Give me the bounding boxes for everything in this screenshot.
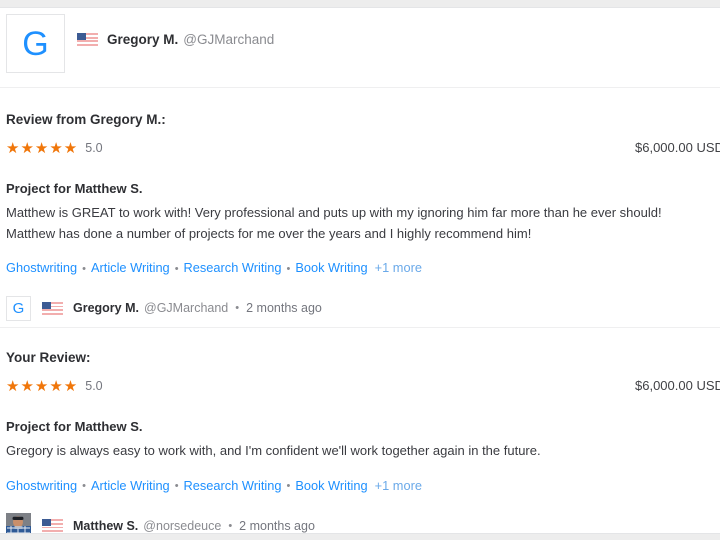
tag-separator: • xyxy=(82,262,86,275)
reviews-page: G Gregory M. @GJMarchand Review from Gre… xyxy=(0,0,720,540)
page-content: G Gregory M. @GJMarchand Review from Gre… xyxy=(0,9,720,544)
us-flag-icon xyxy=(42,519,63,533)
author-timestamp: 2 months ago xyxy=(246,301,322,316)
avatar-initial: G xyxy=(22,24,49,63)
tags-more-link[interactable]: +1 more xyxy=(375,478,422,493)
bottom-chrome-band xyxy=(0,533,720,540)
tag-research-writing[interactable]: Research Writing xyxy=(184,478,282,493)
tag-ghostwriting[interactable]: Ghostwriting xyxy=(6,260,77,275)
review-text: Gregory is always easy to work with, and… xyxy=(6,443,541,458)
review-author-row: G Gregory M. @GJMarchand • 2 months ago xyxy=(6,295,714,327)
author-separator: • xyxy=(228,519,233,532)
rating-row: ★★★★★ 5.0 $6,000.00 USD xyxy=(6,377,720,395)
tags-more-link[interactable]: +1 more xyxy=(375,260,422,275)
tag-ghostwriting[interactable]: Ghostwriting xyxy=(6,478,77,493)
tag-separator: • xyxy=(286,479,291,492)
star-rating-icon: ★★★★★ xyxy=(6,139,79,157)
author-handle: @GJMarchand xyxy=(144,301,229,316)
profile-header: G Gregory M. @GJMarchand xyxy=(0,9,720,88)
tag-article-writing[interactable]: Article Writing xyxy=(91,478,170,493)
us-flag-icon xyxy=(42,301,63,315)
author-handle: @norsedeuce xyxy=(143,518,222,533)
tag-list: Ghostwriting • Article Writing • Research Wr… xyxy=(6,478,714,495)
tag-article-writing[interactable]: Article Writing xyxy=(91,260,170,275)
star-rating-icon: ★★★★★ xyxy=(6,377,79,395)
author-separator: • xyxy=(235,302,240,315)
tag-research-writing[interactable]: Research Writing xyxy=(184,260,282,275)
review-title: Your Review: xyxy=(6,349,91,365)
review-block: Your Review: ★★★★★ 5.0 $6,000.00 USD Pro… xyxy=(0,328,720,544)
tag-book-writing[interactable]: Book Writing xyxy=(295,260,367,275)
project-subtitle: Project for Matthew S. xyxy=(6,419,143,434)
review-title: Review from Gregory M.: xyxy=(6,112,166,127)
rating-value: 5.0 xyxy=(85,141,103,156)
tag-separator: • xyxy=(82,479,86,492)
profile-meta: Gregory M. @GJMarchand xyxy=(77,32,274,47)
review-block: Review from Gregory M.: ★★★★★ 5.0 $6,000… xyxy=(0,88,720,328)
profile-handle: @GJMarchand xyxy=(183,32,275,47)
author-name: Gregory M. xyxy=(73,301,139,316)
us-flag-icon xyxy=(77,33,98,46)
review-text: Matthew is GREAT to work with! Very prof… xyxy=(6,205,662,241)
profile-name: Gregory M. xyxy=(107,32,179,47)
author-avatar[interactable]: G xyxy=(6,295,31,321)
avatar-initial: G xyxy=(12,299,25,317)
project-price: $6,000.00 USD xyxy=(635,378,720,393)
project-price: $6,000.00 USD xyxy=(635,140,720,156)
project-subtitle: Project for Matthew S. xyxy=(6,181,143,197)
tag-separator: • xyxy=(286,262,291,275)
tag-book-writing[interactable]: Book Writing xyxy=(295,478,367,493)
rating-value: 5.0 xyxy=(85,379,103,393)
author-timestamp: 2 months ago xyxy=(239,518,315,533)
tag-separator: • xyxy=(174,479,179,492)
tag-separator: • xyxy=(174,262,179,275)
profile-avatar[interactable]: G xyxy=(6,14,65,73)
top-chrome-band xyxy=(0,0,720,8)
rating-row: ★★★★★ 5.0 $6,000.00 USD xyxy=(6,139,720,157)
author-name: Matthew S. xyxy=(73,518,139,533)
tag-list: Ghostwriting • Article Writing • Research Wr… xyxy=(6,260,714,277)
